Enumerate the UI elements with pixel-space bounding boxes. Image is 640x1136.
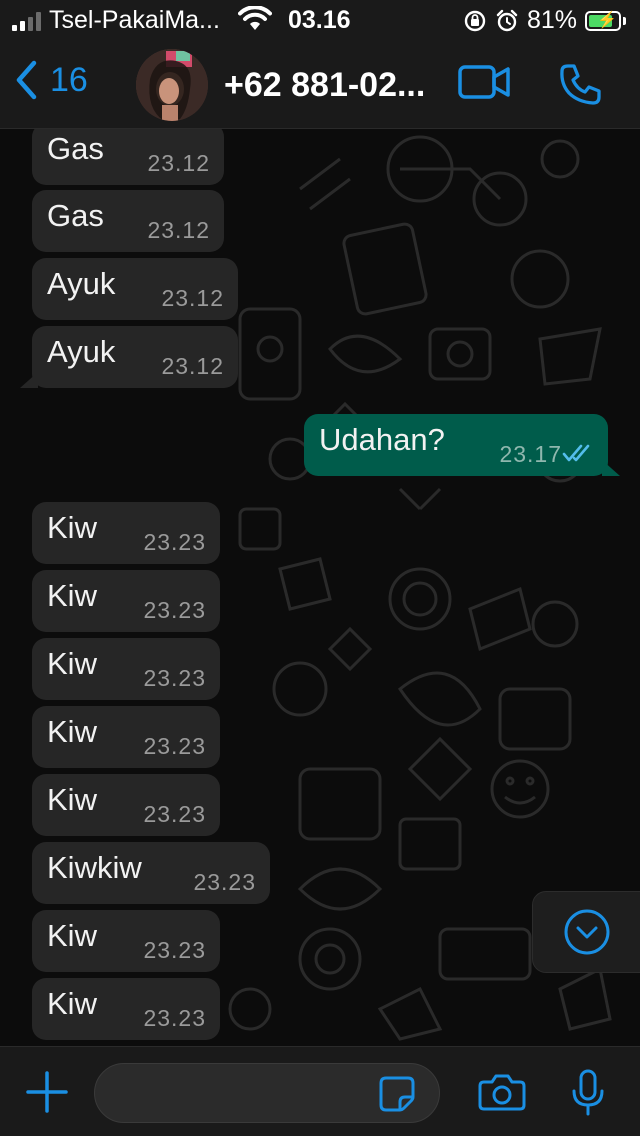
rotation-lock-icon <box>464 10 486 31</box>
contact-name[interactable]: +62 881-02... <box>224 66 434 105</box>
message-bubble[interactable]: Ayuk 23.12 <box>20 326 238 388</box>
message-text: Kiw <box>47 510 97 545</box>
scroll-to-bottom-button[interactable] <box>532 891 640 973</box>
whatsapp-chat-screen: Tsel-PakaiMa... 03.16 81% ⚡ 16 +62 881-0… <box>0 0 640 1136</box>
message-bubble-outgoing[interactable]: Udahan? 23.17 <box>304 414 620 476</box>
message-time: 23.23 <box>143 733 206 759</box>
sticker-icon[interactable] <box>378 1075 416 1113</box>
alarm-icon <box>496 9 518 31</box>
status-bar-right: 81% ⚡ <box>463 6 626 35</box>
microphone-icon[interactable] <box>570 1069 606 1117</box>
bubble-tail <box>602 460 620 476</box>
chat-header: 16 +62 881-02... <box>0 40 640 129</box>
message-text: Udahan? <box>319 422 445 457</box>
message-text: Ayuk <box>47 334 116 369</box>
status-bar: Tsel-PakaiMa... 03.16 81% ⚡ <box>0 0 640 40</box>
message-bubble[interactable]: Kiw 23.23 <box>32 570 220 632</box>
message-text: Kiw <box>47 986 97 1021</box>
message-bubble[interactable]: Kiw 23.23 <box>32 638 220 700</box>
signal-icon <box>12 11 41 31</box>
bubble-tail <box>20 372 38 388</box>
status-bar-left: Tsel-PakaiMa... <box>12 6 220 35</box>
chevron-down-circle-icon <box>564 909 610 955</box>
message-time: 23.23 <box>143 529 206 555</box>
battery-percent: 81% <box>526 6 577 34</box>
message-bubble[interactable]: Kiw 23.23 <box>32 910 220 972</box>
message-text: Kiw <box>47 918 97 953</box>
avatar[interactable] <box>136 49 208 121</box>
message-text: Gas <box>47 198 104 233</box>
carrier-name: Tsel-PakaiMa... <box>49 6 220 34</box>
status-clock: 03.16 <box>288 6 351 34</box>
wifi-icon <box>238 6 272 30</box>
message-bubble[interactable]: Kiw 23.23 <box>32 774 220 836</box>
message-composer <box>0 1046 640 1136</box>
message-text: Ayuk <box>47 266 116 301</box>
message-bubble[interactable]: Kiw 23.23 <box>32 978 220 1040</box>
message-bubble[interactable]: Kiwkiw 23.23 <box>32 842 270 904</box>
message-time: 23.23 <box>143 665 206 691</box>
message-time: 23.23 <box>143 937 206 963</box>
message-bubble[interactable]: Ayuk 23.12 <box>32 258 238 320</box>
message-bubble[interactable]: Gas 23.12 <box>32 129 224 185</box>
phone-call-icon[interactable] <box>558 62 602 106</box>
message-time: 23.12 <box>161 353 224 379</box>
message-bubble[interactable]: Kiw 23.23 <box>32 502 220 564</box>
message-time: 23.12 <box>147 217 210 243</box>
message-text: Kiw <box>47 714 97 749</box>
message-text: Kiw <box>47 578 97 613</box>
message-time: 23.23 <box>143 801 206 827</box>
avatar-image <box>136 49 208 121</box>
camera-icon[interactable] <box>478 1073 526 1111</box>
unread-chats-count: 16 <box>50 60 88 99</box>
message-time: 23.17 <box>499 441 562 467</box>
back-button[interactable]: 16 <box>14 60 88 100</box>
message-time: 23.23 <box>143 597 206 623</box>
message-time: 23.12 <box>161 285 224 311</box>
chevron-left-icon <box>16 60 37 100</box>
message-time: 23.23 <box>193 869 256 895</box>
message-bubble[interactable]: Gas 23.12 <box>32 190 224 252</box>
video-call-icon[interactable] <box>458 64 510 100</box>
message-time: 23.12 <box>147 150 210 176</box>
message-text: Kiw <box>47 782 97 817</box>
charging-bolt-icon: ⚡ <box>597 11 617 29</box>
message-text: Gas <box>47 131 104 166</box>
read-receipt-icon <box>562 444 590 462</box>
message-bubble[interactable]: Kiw 23.23 <box>32 706 220 768</box>
message-list[interactable]: Gas 23.12 Gas 23.12 Ayuk 23.12 Ayuk 23.1… <box>0 129 640 1046</box>
battery-tip <box>623 16 626 25</box>
battery-charging-icon: ⚡ <box>585 10 621 31</box>
plus-icon[interactable] <box>24 1069 70 1115</box>
message-time: 23.23 <box>143 1005 206 1031</box>
message-text: Kiwkiw <box>47 850 142 885</box>
message-text: Kiw <box>47 646 97 681</box>
